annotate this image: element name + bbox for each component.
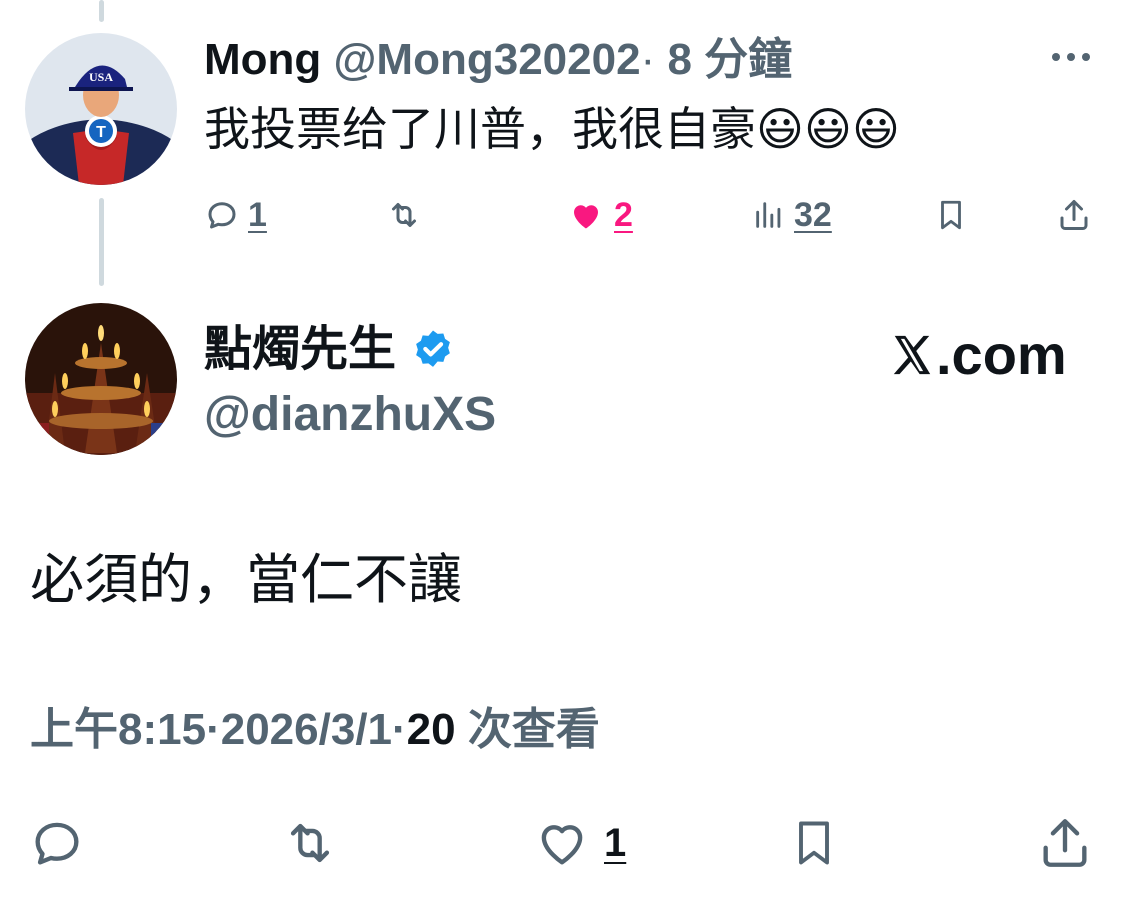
verified-badge-icon: [416, 330, 450, 367]
reply-tweet-actions: 1 2 32: [204, 190, 1104, 240]
views-button[interactable]: 32: [752, 190, 832, 240]
reply-time-ago[interactable]: 8 分鐘: [667, 35, 792, 84]
emoji-2: 😃: [803, 103, 852, 155]
reply-handle[interactable]: @Mong320202: [334, 35, 641, 84]
thread-line: [99, 198, 104, 286]
main-tweet-actions: 1: [0, 808, 1125, 878]
main-display-name-row: 點燭先生: [204, 320, 456, 380]
views-count: 32: [794, 195, 832, 234]
share-icon: [1043, 819, 1087, 867]
x-logo-icon: [893, 335, 931, 375]
reply-tweet-text: 我投票给了川普，我很自豪😃😃😃: [204, 98, 900, 160]
reply-button[interactable]: 1: [204, 190, 267, 240]
tweet-views-count: 20: [406, 705, 456, 754]
x-com-label: .com: [936, 323, 1067, 386]
avatar-mong[interactable]: T USA: [25, 33, 177, 185]
main-display-name[interactable]: 點燭先生: [204, 320, 396, 380]
tweet-date[interactable]: 2026/3/1: [221, 705, 392, 754]
heart-filled-icon: [574, 205, 598, 229]
like-count: 2: [614, 195, 633, 234]
tweet-time[interactable]: 上午8:15: [30, 705, 206, 754]
main-tweet-text: 必須的，當仁不讓: [30, 550, 462, 610]
more-options-icon[interactable]: [1048, 40, 1094, 74]
svg-text:T: T: [96, 124, 106, 141]
main-like-count: 1: [604, 820, 627, 865]
main-like-button[interactable]: 1: [530, 808, 626, 878]
bookmark-button[interactable]: [934, 190, 968, 240]
bookmark-icon: [799, 821, 829, 865]
retweet-icon: [392, 203, 416, 227]
main-handle[interactable]: @dianzhuXS: [204, 385, 496, 445]
reply-icon: [35, 822, 79, 865]
emoji-1: 😃: [756, 103, 804, 155]
reply-count: 1: [248, 195, 267, 234]
tweet-views-label: 次查看: [467, 705, 600, 754]
avatar-dianzhu[interactable]: [25, 303, 177, 455]
tweet-meta: 上午8:15·2026/3/1·20 次查看: [30, 700, 600, 760]
like-button[interactable]: 2: [566, 190, 633, 240]
meta-separator-1: ·: [206, 705, 221, 754]
thread-line-top: [99, 0, 104, 22]
meta-separator-2: ·: [392, 705, 407, 754]
main-reply-button[interactable]: [28, 808, 86, 878]
reply-display-name[interactable]: Mong: [204, 35, 321, 84]
heart-outline-icon: [541, 825, 583, 865]
share-icon: [1060, 200, 1088, 230]
main-retweet-button[interactable]: [278, 808, 342, 878]
analytics-icon: [756, 202, 781, 228]
reply-tweet-header: Mong @Mong320202· 8 分鐘: [204, 30, 792, 90]
retweet-icon: [290, 823, 330, 863]
x-com-logo: .com: [888, 325, 1067, 385]
retweet-button[interactable]: [384, 190, 424, 240]
svg-text:USA: USA: [89, 70, 113, 84]
emoji-3: 😃: [851, 103, 900, 155]
reply-icon: [208, 202, 236, 229]
reply-text-content: 我投票给了川普，我很自豪: [204, 103, 756, 155]
separator-dot: ·: [640, 35, 656, 84]
main-bookmark-button[interactable]: [788, 808, 840, 878]
main-share-button[interactable]: [1036, 808, 1094, 878]
share-button[interactable]: [1056, 190, 1092, 240]
bookmark-icon: [941, 200, 961, 230]
